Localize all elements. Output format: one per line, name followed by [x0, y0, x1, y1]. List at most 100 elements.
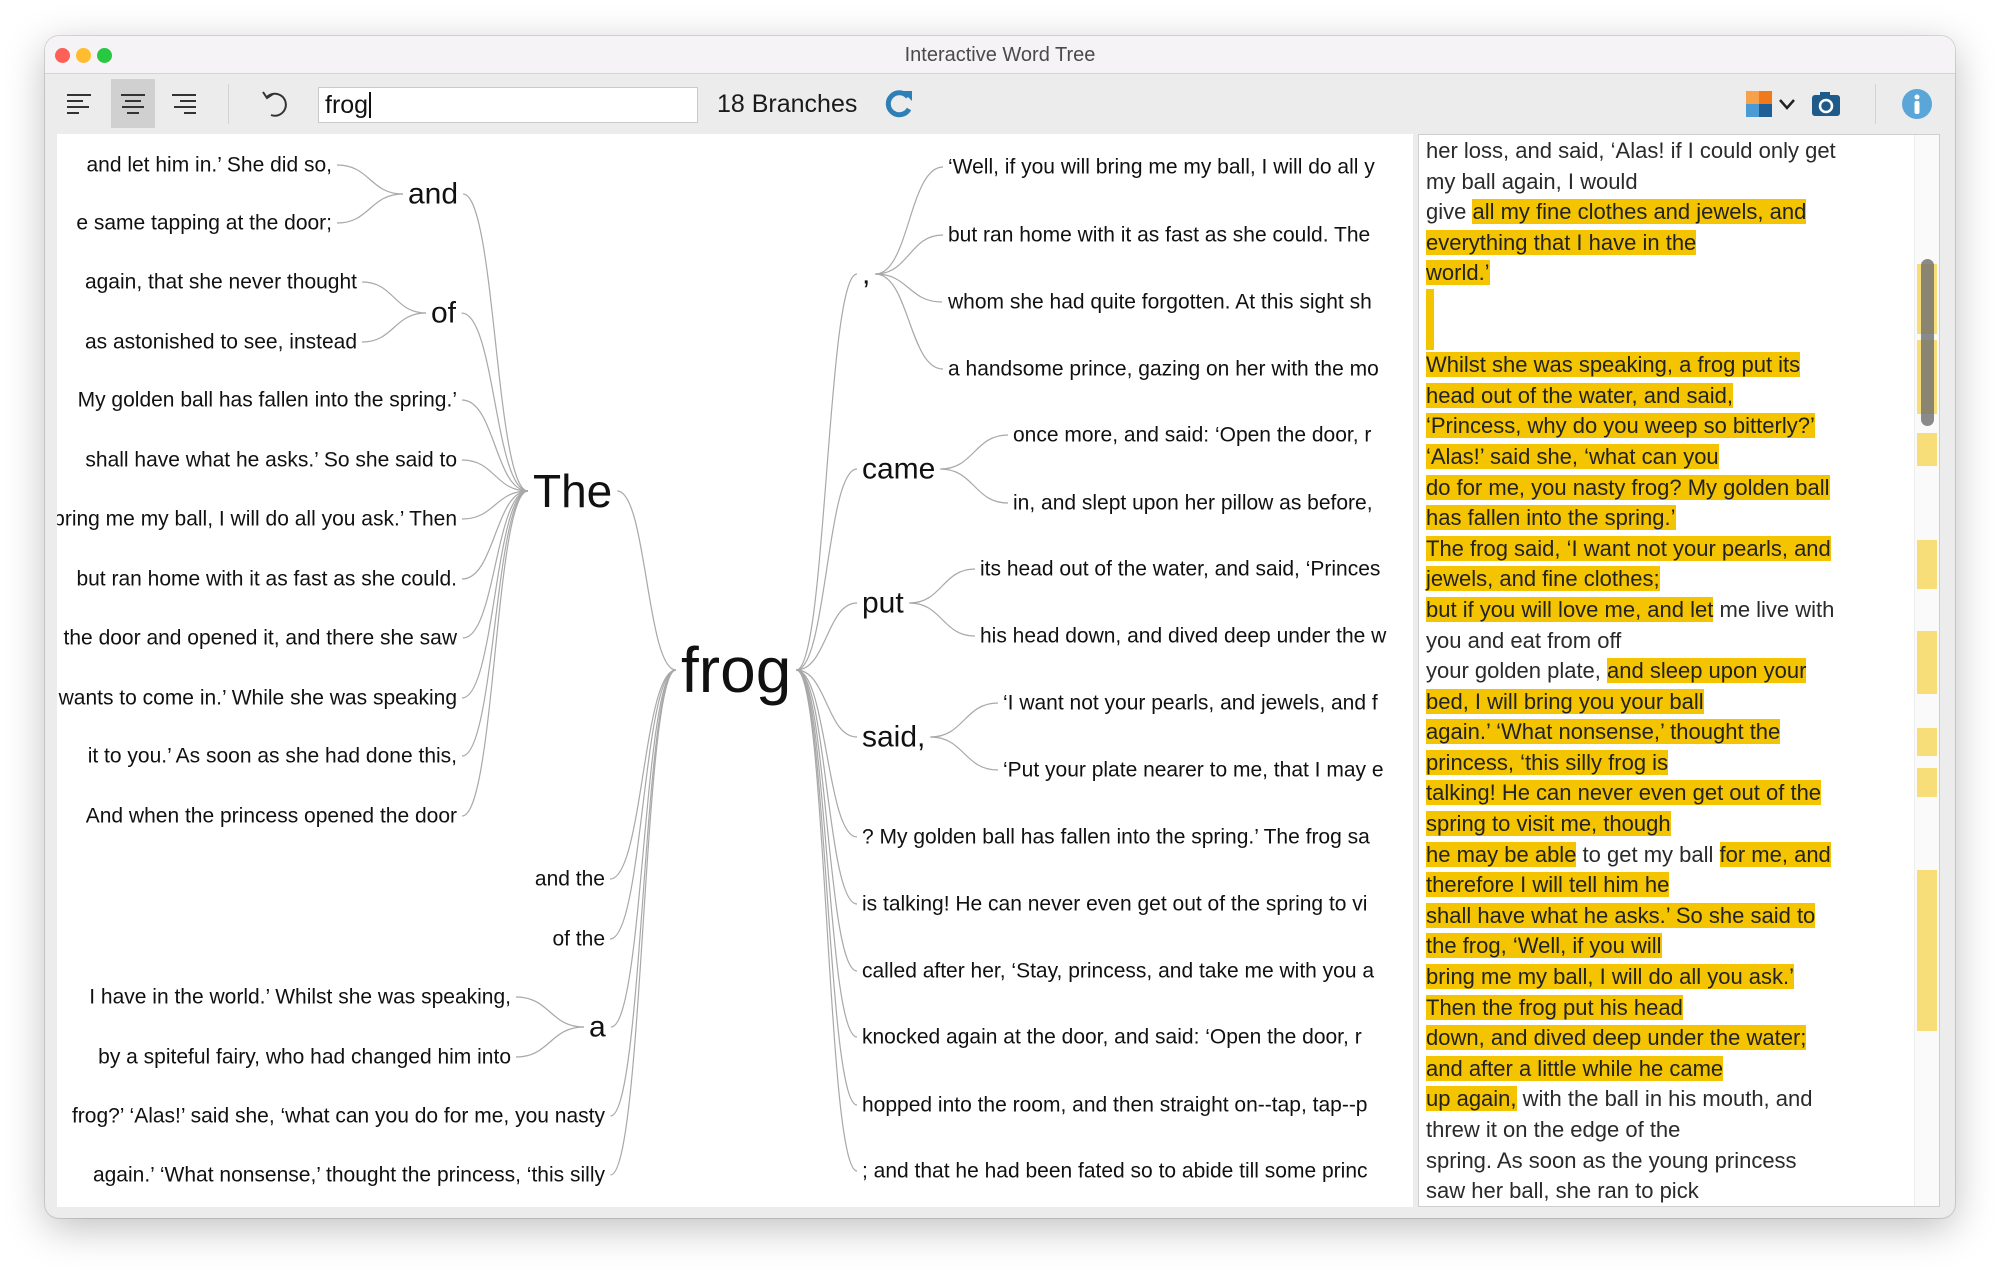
- text-line: [1426, 288, 1906, 320]
- tree-leaf[interactable]: by a spiteful fairy, who had changed him…: [98, 1046, 511, 1069]
- undo-button[interactable]: [252, 79, 296, 128]
- tree-leaf[interactable]: a handsome prince, gazing on her with th…: [948, 358, 1379, 381]
- align-left-button[interactable]: [57, 79, 101, 128]
- tree-leaf[interactable]: ‘Put your plate nearer to me, that I may…: [1003, 759, 1384, 782]
- tree-edge: [610, 669, 677, 1117]
- tree-node-the[interactable]: The: [533, 465, 612, 517]
- word-tree: and let him in.’ She did so, e same tapp…: [57, 154, 1387, 1187]
- tree-edge: [796, 669, 858, 838]
- highlighted-text: ‘Princess, why do you weep so bitterly?’: [1426, 413, 1815, 439]
- highlighted-text: and after a little while he came: [1426, 1055, 1724, 1081]
- chevron-down-icon: [1779, 98, 1795, 110]
- tree-leaf[interactable]: e same tapping at the door;: [76, 212, 332, 235]
- tree-edge: [515, 996, 585, 1028]
- tree-leaf[interactable]: it to you.’ As soon as she had done this…: [88, 745, 457, 768]
- highlighted-text: he may be able: [1426, 841, 1577, 867]
- tree-leaf[interactable]: its head out of the water, and said, ‘Pr…: [980, 558, 1380, 581]
- tree-node-said[interactable]: said,: [862, 721, 925, 754]
- tree-leaf[interactable]: but ran home with it as fast as she coul…: [76, 568, 457, 591]
- tree-leaf[interactable]: bring me my ball, I will do all you ask.…: [57, 508, 457, 531]
- screenshot-button[interactable]: [1808, 79, 1844, 128]
- tree-leaf[interactable]: And when the princess opened the door: [86, 805, 457, 828]
- tree-leaf[interactable]: ‘Well, if you will bring me my ball, I w…: [948, 156, 1375, 179]
- text-line: the frog, ‘Well, if you will: [1426, 931, 1906, 962]
- tree-leaf[interactable]: knocked again at the door, and said: ‘Op…: [862, 1026, 1362, 1049]
- highlighted-text: Then the frog put his head: [1426, 994, 1683, 1020]
- highlighted-text: down, and dived deep under the water;: [1426, 1025, 1807, 1051]
- plain-text: give: [1426, 199, 1473, 225]
- plain-text: to get my ball: [1576, 841, 1720, 867]
- tree-leaf[interactable]: is talking! He can never even get out of…: [862, 893, 1367, 916]
- tree-edge: [461, 399, 529, 492]
- plugins-button[interactable]: [1742, 79, 1776, 128]
- tree-leaf[interactable]: whom she had quite forgotten. At this si…: [947, 291, 1372, 314]
- tree-leaf[interactable]: in, and slept upon her pillow as before,: [1013, 492, 1373, 515]
- tree-node-a[interactable]: a: [589, 1011, 606, 1044]
- tree-leaf[interactable]: My golden ball has fallen into the sprin…: [78, 389, 457, 412]
- tree-leaf[interactable]: ? My golden ball has fallen into the spr…: [862, 826, 1370, 849]
- scroll-thumb[interactable]: [1921, 259, 1934, 426]
- text-line: [1426, 319, 1906, 351]
- tree-edge: [461, 459, 529, 492]
- tree-leaf[interactable]: frog?’ ‘Alas!’ said she, ‘what can you d…: [72, 1105, 606, 1128]
- align-center-button[interactable]: [111, 79, 155, 128]
- highlighted-text: therefore I will tell him he: [1426, 872, 1670, 898]
- plain-text: your golden plate,: [1426, 658, 1608, 684]
- tree-leaf[interactable]: once more, and said: ‘Open the door, r: [1013, 424, 1371, 447]
- match-marker: [1917, 768, 1937, 797]
- tree-node-of-the[interactable]: of the: [552, 928, 605, 951]
- tree-edge: [336, 193, 404, 224]
- tree-node-came[interactable]: came: [862, 453, 935, 486]
- tree-leaf[interactable]: his head down, and dived deep under the …: [980, 625, 1387, 648]
- tree-node-put[interactable]: put: [862, 587, 904, 620]
- align-center-icon: [121, 93, 145, 114]
- plugins-dropdown[interactable]: [1773, 79, 1801, 128]
- highlighted-text: talking! He can never even get out of th…: [1426, 780, 1822, 806]
- text-line: but if you will love me, and let me live…: [1426, 595, 1906, 626]
- title-bar: Interactive Word Tree: [45, 36, 1955, 74]
- highlighted-text: again.’ ‘What nonsense,’ thought the: [1426, 719, 1781, 745]
- text-caret: [369, 92, 372, 118]
- tree-leaf[interactable]: but ran home with it as fast as she coul…: [948, 224, 1370, 247]
- tree-node-and[interactable]: and: [408, 178, 458, 211]
- text-line: world.’: [1426, 258, 1906, 289]
- tree-leaf[interactable]: again, that she never thought: [85, 271, 357, 294]
- tree-edge: [461, 490, 529, 757]
- info-button[interactable]: [1895, 79, 1939, 128]
- puzzle-icon: [1746, 90, 1772, 117]
- search-input[interactable]: frog: [318, 87, 698, 123]
- tree-leaf[interactable]: and let him in.’ She did so,: [86, 154, 332, 177]
- tree-leaf[interactable]: ; and that he had been fated so to abide…: [862, 1160, 1368, 1183]
- highlighted-text: has fallen into the spring.’: [1426, 505, 1676, 531]
- context-text-panel[interactable]: her loss, and said, ‘Alas! if I could on…: [1418, 134, 1940, 1207]
- tree-leaf[interactable]: the door and opened it, and there she sa…: [64, 627, 458, 650]
- tree-edge: [336, 164, 404, 195]
- tree-leaf[interactable]: I have in the world.’ Whilst she was spe…: [89, 986, 511, 1009]
- highlighted-text: for me, and: [1719, 841, 1831, 867]
- refresh-button[interactable]: [877, 79, 921, 128]
- panel-scrollbar[interactable]: [1914, 135, 1939, 1206]
- align-right-button[interactable]: [162, 79, 206, 128]
- tree-edge: [940, 468, 1009, 504]
- tree-node-of[interactable]: of: [431, 297, 457, 330]
- search-value: frog: [325, 90, 369, 119]
- context-text: her loss, and said, ‘Alas! if I could on…: [1426, 136, 1906, 1206]
- tree-node-comma[interactable]: ,: [862, 258, 870, 291]
- tree-leaf[interactable]: shall have what he asks.’ So she said to: [85, 449, 457, 472]
- tree-node-and-the[interactable]: and the: [535, 868, 605, 891]
- match-marker: [1917, 433, 1937, 466]
- tree-edge: [796, 669, 858, 905]
- tree-leaf[interactable]: wants to come in.’ While she was speakin…: [58, 687, 457, 710]
- tree-leaf[interactable]: as astonished to see, instead: [85, 331, 357, 354]
- tree-leaf[interactable]: called after her, ‘Stay, princess, and t…: [862, 960, 1374, 983]
- tree-leaf[interactable]: ‘I want not your pearls, and jewels, and…: [1003, 692, 1378, 715]
- text-line: again.’ ‘What nonsense,’ thought the: [1426, 717, 1906, 748]
- word-tree-canvas[interactable]: and let him in.’ She did so, e same tapp…: [57, 134, 1413, 1207]
- text-line: bed, I will bring you your ball: [1426, 687, 1906, 718]
- tree-root-word[interactable]: frog: [681, 634, 791, 706]
- tree-leaf[interactable]: hopped into the room, and then straight …: [862, 1094, 1368, 1117]
- text-line: ‘Alas!’ said she, ‘what can you: [1426, 442, 1906, 473]
- tree-leaf[interactable]: again.’ ‘What nonsense,’ thought the pri…: [93, 1164, 606, 1187]
- align-right-icon: [172, 93, 196, 114]
- match-marker: [1917, 728, 1937, 756]
